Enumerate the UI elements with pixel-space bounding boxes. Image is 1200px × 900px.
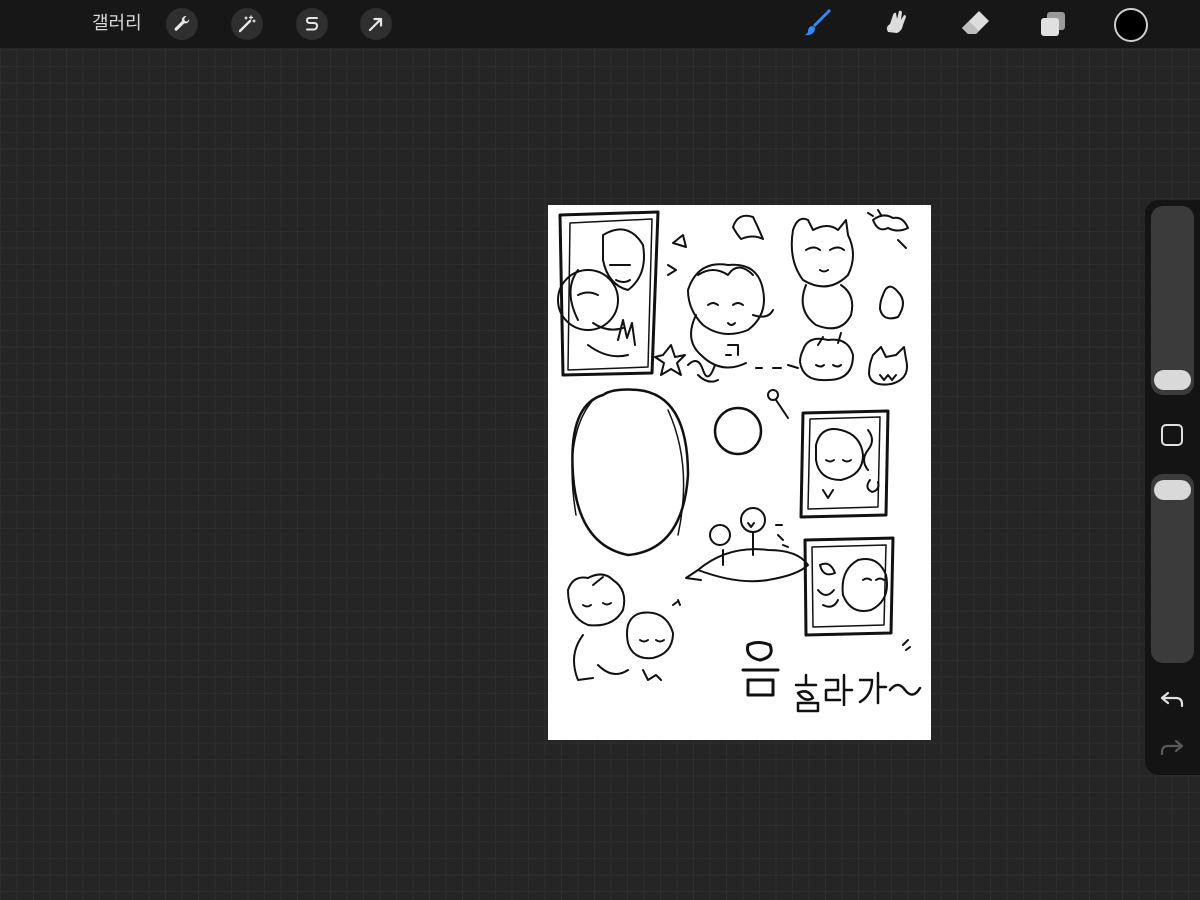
layers-icon[interactable] (1035, 6, 1071, 42)
top-toolbar: 갤러리 (0, 0, 1200, 48)
opacity-slider[interactable] (1151, 474, 1194, 663)
arrow-cursor-icon[interactable] (360, 8, 392, 40)
eraser-icon[interactable] (957, 6, 993, 42)
brush-size-thumb[interactable] (1154, 370, 1191, 390)
opacity-thumb[interactable] (1154, 480, 1191, 500)
undo-icon[interactable] (1158, 686, 1186, 714)
square-modify-icon[interactable] (1159, 422, 1185, 448)
magic-wand-icon[interactable] (231, 8, 263, 40)
side-toolbar (1145, 200, 1200, 775)
smudge-icon[interactable] (878, 6, 914, 42)
redo-icon[interactable] (1158, 734, 1186, 762)
brush-icon[interactable] (800, 6, 836, 42)
selection-s-icon[interactable] (296, 8, 328, 40)
drawing-canvas[interactable]: 음 (548, 205, 931, 740)
gallery-button[interactable]: 갤러리 (92, 12, 142, 36)
sketch-artwork (557, 209, 922, 713)
color-picker-button[interactable] (1114, 8, 1148, 42)
brush-size-slider[interactable] (1151, 206, 1194, 395)
wrench-icon[interactable] (166, 8, 198, 40)
